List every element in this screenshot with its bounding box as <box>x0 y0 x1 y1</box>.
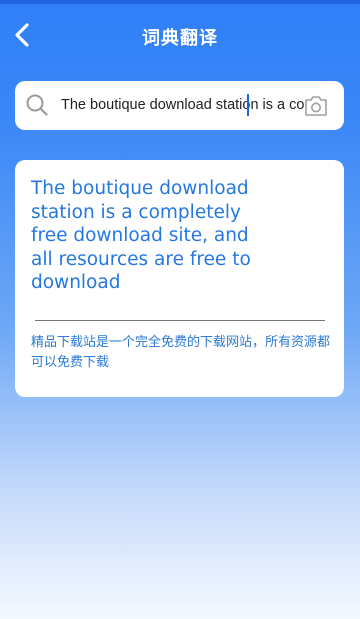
translated-text: 精品下载站是一个完全免费的下载网站，所有资源都可以免费下载 <box>31 335 331 370</box>
text-cursor <box>247 94 249 116</box>
source-text: The boutique download station is a compl… <box>31 178 251 293</box>
app-header: 词典翻译 <box>0 4 360 68</box>
page-title: 词典翻译 <box>142 28 218 49</box>
camera-icon[interactable] <box>303 94 329 118</box>
search-icon[interactable] <box>25 93 49 117</box>
divider <box>35 320 325 321</box>
search-input[interactable]: The boutique download station is a co <box>61 81 309 130</box>
search-box[interactable]: The boutique download station is a co <box>15 81 344 130</box>
translation-result-card: The boutique download station is a compl… <box>15 160 344 397</box>
